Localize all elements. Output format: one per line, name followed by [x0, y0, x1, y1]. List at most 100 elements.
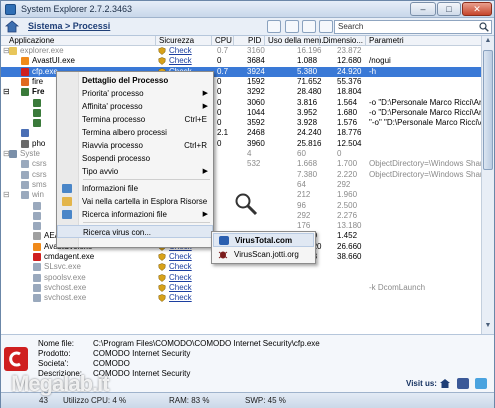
size-value: 18.804 — [337, 87, 362, 97]
folder-icon — [62, 197, 72, 206]
col-cpu[interactable]: CPU — [215, 36, 232, 45]
process-icon — [21, 139, 29, 148]
table-row[interactable]: svchost.exe Check -k DcomLaunch — [1, 283, 481, 293]
cpu-value: 0.7 — [217, 66, 229, 76]
search-input[interactable]: Search — [338, 22, 363, 31]
size-value: 1.700 — [337, 159, 358, 169]
menu-item-2[interactable]: Affinita' processo ▶ — [57, 100, 213, 113]
process-icon — [21, 160, 29, 169]
size-value: 12.504 — [337, 138, 362, 148]
magnifier-icon — [235, 193, 258, 216]
process-name: SLsvc.exe — [44, 262, 81, 272]
tree-expander-icon[interactable]: ⊟ — [3, 87, 10, 96]
security-check-link[interactable]: Check — [169, 56, 192, 65]
security-check-link[interactable]: Check — [169, 293, 192, 302]
virustotal-icon — [219, 236, 229, 245]
file-info-icon — [62, 184, 72, 193]
security-check-link[interactable]: Check — [169, 283, 192, 292]
twitter-icon[interactable] — [475, 378, 487, 389]
back-icon[interactable] — [267, 20, 281, 33]
col-params[interactable]: Parametri — [369, 36, 404, 45]
scroll-thumb[interactable] — [483, 50, 493, 170]
search-box[interactable]: Search — [334, 20, 492, 34]
minimize-button[interactable]: – — [410, 2, 436, 16]
security-check-link[interactable]: Check — [169, 252, 192, 261]
process-icon — [21, 67, 29, 76]
submenu-item-virustotal[interactable]: VirusTotal.com — [213, 233, 314, 247]
cpu-value: 0.7 — [217, 46, 229, 55]
col-pid[interactable]: PID — [248, 36, 261, 45]
cpu-value: 0 — [217, 87, 222, 97]
col-size[interactable]: Dimensio... — [323, 36, 363, 45]
table-row[interactable]: svchost.exe Check — [1, 293, 481, 303]
home-icon[interactable] — [5, 20, 19, 33]
cpu-value: 0 — [217, 76, 222, 86]
menu-item-8[interactable]: Informazioni file — [57, 182, 213, 195]
menu-item-0[interactable]: Dettaglio del Processo — [57, 74, 213, 87]
search-icon[interactable] — [479, 22, 489, 32]
menu-item-7[interactable]: Tipo avvio ▶ — [57, 165, 213, 178]
menu-item-10[interactable]: Ricerca informazioni file ▶ — [57, 208, 213, 221]
params-value: ObjectDirectory=\Windows Shared — [369, 159, 481, 169]
process-icon — [33, 119, 41, 128]
scroll-down-icon[interactable]: ▼ — [483, 322, 493, 332]
table-row[interactable]: AvastUI.exe Check 0 3684 1.088 12.680/nogui — [1, 56, 481, 66]
cpu-value: 0 — [217, 97, 222, 107]
process-icon — [21, 180, 29, 189]
col-security[interactable]: Sicurezza — [159, 36, 194, 45]
process-name: fire — [32, 76, 44, 86]
process-name: AvastUI.exe — [32, 56, 75, 66]
windows-icon[interactable] — [302, 20, 316, 33]
process-icon — [21, 191, 29, 200]
status-ram: RAM: 83 % — [169, 396, 210, 405]
size-value: 12.680 — [337, 56, 362, 66]
process-icon — [21, 77, 29, 86]
table-row[interactable]: spoolsv.exe Check — [1, 273, 481, 283]
maximize-button[interactable]: □ — [437, 2, 461, 16]
security-check-link[interactable]: Check — [169, 262, 192, 271]
menu-item-label: Priorita' processo — [82, 89, 144, 98]
submenu-item-jotti[interactable]: VirusScan.jotti.org — [213, 248, 314, 262]
menu-item-label: Ricerca virus con... — [83, 228, 152, 237]
product-value: COMODO Internet Security — [93, 349, 191, 358]
size-value: 1.564 — [337, 97, 358, 107]
file-label: Nome file: — [38, 339, 75, 348]
menu-item-1[interactable]: Priorita' processo ▶ — [57, 87, 213, 100]
app-window: System Explorer 2.7.2.3463 – □ ✕ Sistema… — [0, 0, 495, 408]
security-check-link[interactable]: Check — [169, 46, 192, 55]
refresh-icon[interactable] — [285, 20, 299, 33]
menu-item-11[interactable]: Ricerca virus con... — [57, 225, 213, 238]
menu-item-9[interactable]: Vai nella cartella in Esplora Risorse — [57, 195, 213, 208]
size-value: 55.376 — [337, 76, 362, 86]
home-link-icon[interactable] — [439, 378, 451, 389]
close-button[interactable]: ✕ — [462, 2, 492, 16]
security-check-link[interactable]: Check — [169, 273, 192, 282]
scroll-up-icon[interactable]: ▲ — [483, 37, 493, 47]
table-row[interactable]: ⊟ explorer.exe Check 0.7 3160 16.196 23.872 — [1, 46, 481, 56]
menu-item-4[interactable]: Termina albero processi — [57, 126, 213, 139]
size-value: 1.452 — [337, 231, 358, 241]
title-bar: System Explorer 2.7.2.3463 – □ ✕ — [1, 1, 494, 18]
process-icon — [33, 222, 41, 231]
vertical-scrollbar[interactable]: ▲ ▼ — [481, 36, 494, 334]
visit-us-label: Visit us: — [406, 379, 437, 388]
params-value: -o "D:\Personale Marco Ricci\Ar — [369, 97, 481, 107]
shield-icon — [158, 294, 166, 303]
process-name: svchost.exe — [44, 282, 87, 292]
menu-item-6[interactable]: Sospendi processo — [57, 152, 213, 165]
shield-icon — [158, 273, 166, 282]
menu-item-3[interactable]: Termina processo Ctrl+E — [57, 113, 213, 126]
memory-value: 96 — [297, 200, 306, 210]
process-icon — [33, 253, 41, 261]
col-application[interactable]: Applicazione — [9, 36, 54, 45]
facebook-icon[interactable] — [457, 378, 469, 389]
memory-value: 3.952 — [297, 107, 318, 117]
tree-expander-icon[interactable]: ⊟ — [3, 190, 10, 199]
menu-item-label: Vai nella cartella in Esplora Risorse — [82, 197, 208, 206]
process-icon — [21, 88, 29, 97]
breadcrumb[interactable]: Sistema > Processi — [28, 21, 110, 31]
cpu-value: 2.1 — [217, 128, 229, 138]
product-label: Prodotto: — [38, 349, 71, 358]
settings-icon[interactable] — [319, 20, 333, 33]
menu-item-5[interactable]: Riavvia processo Ctrl+R — [57, 139, 213, 152]
